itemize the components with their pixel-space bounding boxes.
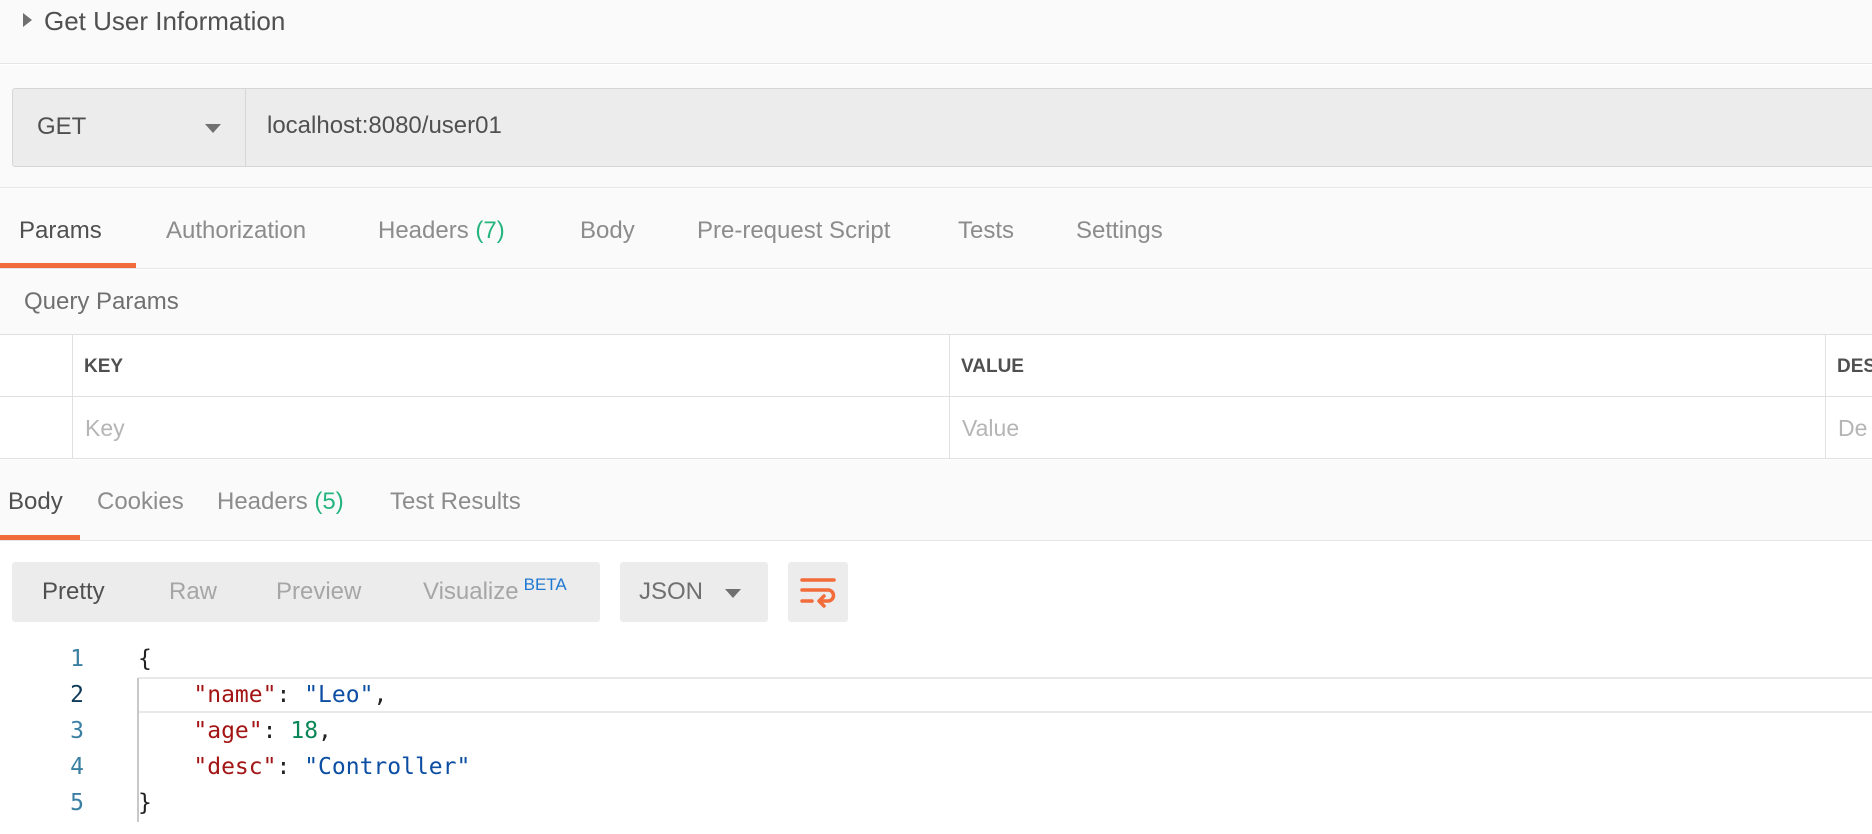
view-mode-preview[interactable]: Preview — [276, 577, 361, 607]
key-cell — [72, 397, 949, 459]
view-mode-segmented-control: Pretty Raw Preview Visualize BETA — [12, 562, 600, 622]
json-key: "name" — [193, 682, 277, 708]
method-select[interactable]: GET — [13, 89, 246, 166]
line-number: 1 — [70, 646, 84, 672]
column-header-key: KEY — [72, 335, 949, 397]
response-tab-cookies[interactable]: Cookies — [97, 460, 184, 540]
response-tabs: Body Cookies Headers (5) Test Results — [0, 460, 1872, 541]
response-tab-test-results[interactable]: Test Results — [390, 460, 521, 540]
request-area: GET — [0, 65, 1872, 188]
column-header-value: VALUE — [949, 335, 1825, 397]
view-mode-raw[interactable]: Raw — [169, 577, 217, 607]
chevron-down-icon — [725, 589, 741, 598]
code-text: } — [138, 790, 152, 816]
chevron-down-icon — [205, 124, 221, 133]
tab-pre-request-script[interactable]: Pre-request Script — [697, 189, 890, 269]
code-line: 2 "name": "Leo", — [0, 677, 1872, 713]
json-comma: , — [318, 718, 332, 744]
tab-label: Headers — [378, 217, 469, 244]
description-cell — [1825, 397, 1872, 459]
tab-authorization[interactable]: Authorization — [166, 189, 306, 269]
tab-body[interactable]: Body — [580, 189, 635, 269]
line-number: 4 — [70, 754, 84, 780]
code-text: "age": 18, — [138, 713, 332, 749]
query-params-header: Query Params — [0, 270, 1872, 335]
view-mode-visualize[interactable]: Visualize BETA — [423, 575, 567, 609]
json-key: "age" — [193, 718, 263, 744]
request-tabs: Params Authorization Headers (7) Body Pr… — [0, 189, 1872, 269]
tab-label: Tests — [958, 217, 1015, 244]
tab-tests[interactable]: Tests — [958, 189, 1014, 269]
format-label: JSON — [639, 578, 704, 605]
response-body-editor[interactable]: 1 { 2 "name": "Leo", 3 "age": 18, 4 "des… — [0, 641, 1872, 834]
tab-label: Test Results — [390, 488, 521, 515]
tab-label: Params — [19, 217, 102, 244]
wrap-lines-button[interactable] — [788, 562, 848, 622]
headers-count: (5) — [314, 488, 344, 515]
active-tab-indicator — [0, 535, 80, 540]
tab-label: Authorization — [166, 217, 307, 244]
line-number: 3 — [70, 718, 84, 744]
line-number: 2 — [70, 682, 84, 708]
headers-count: (7) — [475, 217, 505, 244]
json-colon: : — [276, 754, 305, 780]
tab-label: Pre-request Script — [697, 217, 891, 244]
code-line: 3 "age": 18, — [0, 713, 1872, 749]
request-title-bar: Get User Information — [0, 0, 1872, 64]
response-tab-body[interactable]: Body — [8, 460, 63, 540]
beta-badge: BETA — [523, 575, 567, 594]
json-string-value: "Leo" — [304, 682, 374, 708]
value-input[interactable] — [962, 413, 1762, 443]
code-text: "desc": "Controller" — [138, 749, 470, 785]
json-comma: , — [373, 682, 388, 708]
view-mode-pretty[interactable]: Pretty — [42, 577, 105, 607]
code-line: 4 "desc": "Controller" — [0, 749, 1872, 785]
method-label: GET — [37, 113, 87, 140]
json-key: "desc" — [193, 754, 277, 780]
wrap-lines-icon — [800, 578, 836, 608]
params-table: KEY VALUE DES — [0, 335, 1872, 459]
key-input[interactable] — [85, 413, 885, 443]
tab-params[interactable]: Params — [19, 189, 102, 269]
query-params-title: Query Params — [24, 288, 179, 315]
code-line: 5 } — [0, 785, 1872, 821]
url-input[interactable] — [267, 110, 1767, 142]
description-input[interactable] — [1838, 413, 1872, 443]
request-url-bar: GET — [12, 88, 1872, 167]
tab-label: Body — [8, 488, 63, 515]
code-text: "name": "Leo", — [138, 677, 387, 713]
request-title[interactable]: Get User Information — [44, 4, 285, 38]
value-cell — [949, 397, 1825, 459]
response-tab-headers[interactable]: Headers (5) — [217, 460, 344, 540]
format-select[interactable]: JSON — [620, 562, 768, 622]
json-colon: : — [276, 682, 305, 708]
column-header-description: DES — [1825, 335, 1872, 397]
line-number: 5 — [70, 790, 84, 816]
tab-label: Body — [580, 217, 635, 244]
tab-label: Headers — [217, 488, 308, 515]
table-row — [0, 397, 1872, 459]
json-string-value: "Controller" — [304, 754, 471, 780]
tab-headers[interactable]: Headers (7) — [378, 189, 505, 269]
caret-right-icon[interactable] — [23, 13, 32, 27]
tab-label: Settings — [1076, 217, 1163, 244]
tab-label: Cookies — [97, 488, 184, 515]
code-text: { — [138, 646, 152, 672]
code-line: 1 { — [0, 641, 1872, 677]
response-toolbar: Pretty Raw Preview Visualize BETA JSON — [0, 541, 1872, 641]
json-colon: : — [262, 718, 291, 744]
active-tab-indicator — [0, 263, 136, 268]
tab-settings[interactable]: Settings — [1076, 189, 1163, 269]
json-number-value: 18 — [290, 718, 319, 744]
visualize-label: Visualize — [423, 578, 519, 605]
table-header-row: KEY VALUE DES — [0, 335, 1872, 397]
